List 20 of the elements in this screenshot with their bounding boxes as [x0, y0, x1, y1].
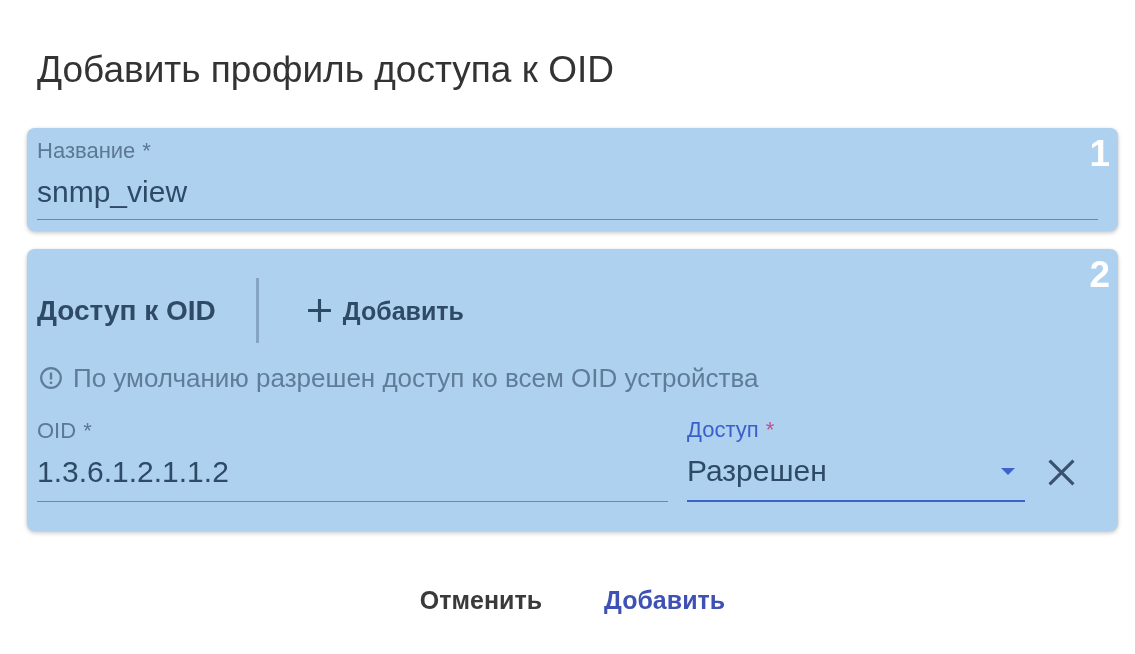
section-heading: Доступ к OID	[37, 293, 216, 328]
section-number: 2	[1089, 255, 1110, 295]
required-asterisk: *	[83, 418, 92, 444]
caret-icon	[1001, 467, 1015, 475]
field-label: Название	[37, 138, 136, 164]
required-asterisk: *	[142, 138, 151, 164]
close-icon	[1048, 459, 1075, 486]
oid-input[interactable]: 1.3.6.1.2.1.1.2	[37, 444, 668, 502]
required-asterisk: *	[765, 417, 775, 443]
access-select[interactable]: Разрешен	[687, 443, 1025, 502]
dialog-title: Добавить профиль доступа к OID	[37, 48, 614, 92]
info-text: По умолчанию разрешен доступ ко всем OID устройства	[73, 363, 759, 393]
plus-icon	[306, 298, 332, 323]
info-icon	[40, 367, 62, 389]
remove-button[interactable]	[1048, 459, 1075, 486]
dialog-button[interactable]: Отменить	[403, 578, 559, 622]
field-label: OID	[37, 418, 77, 444]
dialog-button[interactable]: Добавить	[588, 578, 742, 622]
field-label: Доступ	[687, 417, 759, 443]
add-button[interactable]: Добавить	[306, 295, 464, 326]
